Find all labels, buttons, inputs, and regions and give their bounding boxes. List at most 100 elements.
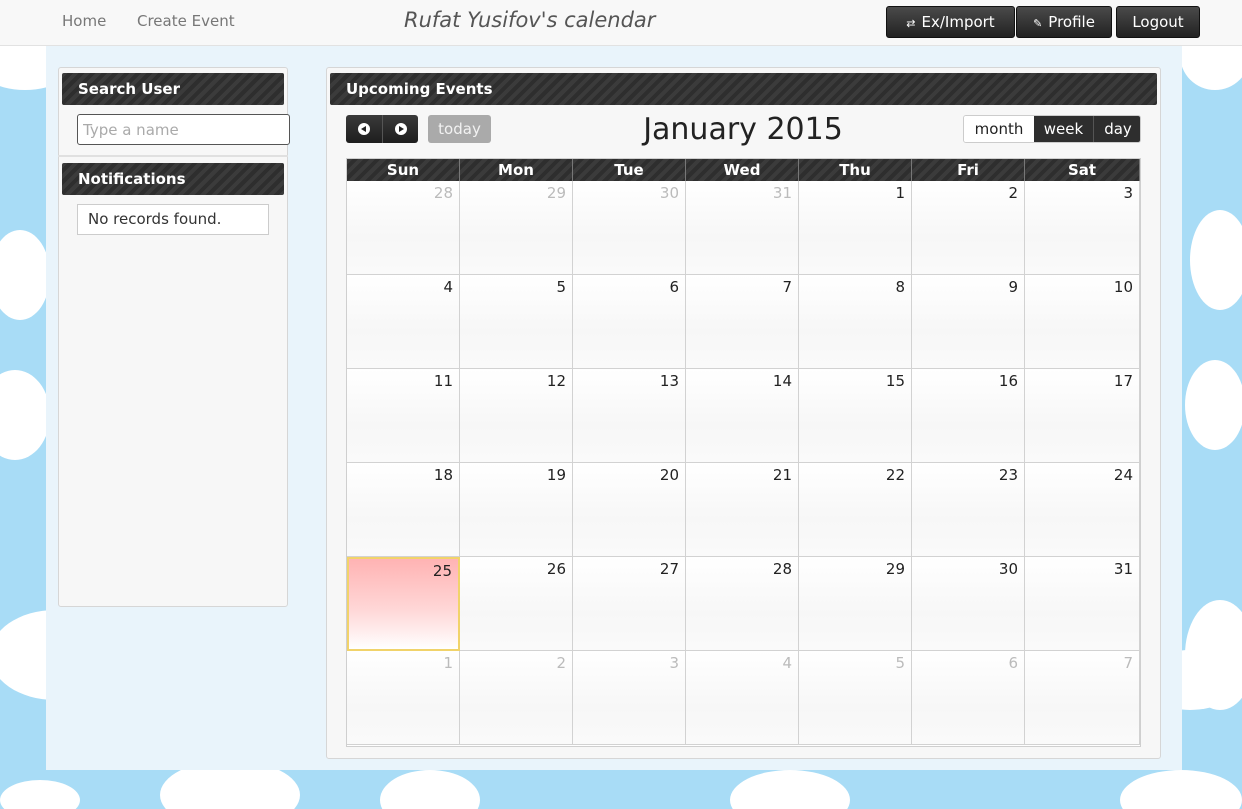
dow-header-thu: Thu	[799, 159, 912, 181]
day-cell[interactable]: 6	[573, 275, 686, 369]
day-cell[interactable]: 28	[686, 557, 799, 651]
day-cell[interactable]: 14	[686, 369, 799, 463]
day-cell[interactable]: 5	[460, 275, 573, 369]
prev-month-button[interactable]	[346, 115, 382, 143]
day-cell[interactable]: 8	[799, 275, 912, 369]
day-cell[interactable]: 3	[1025, 181, 1140, 275]
day-number: 16	[998, 372, 1018, 390]
day-number: 11	[433, 372, 453, 390]
day-cell[interactable]: 20	[573, 463, 686, 557]
day-cell[interactable]: 27	[573, 557, 686, 651]
day-number: 28	[772, 560, 792, 578]
search-user-input[interactable]	[77, 114, 290, 145]
day-cell[interactable]: 2	[460, 651, 573, 745]
today-button[interactable]: today	[428, 115, 491, 143]
day-number: 9	[1008, 278, 1018, 296]
day-cell[interactable]: 15	[799, 369, 912, 463]
view-week-button[interactable]: week	[1034, 116, 1093, 142]
day-number: 3	[669, 654, 679, 672]
swap-arrows-icon: ⇄	[906, 17, 916, 30]
day-cell[interactable]: 30	[573, 181, 686, 275]
day-number: 17	[1113, 372, 1133, 390]
day-number: 23	[998, 466, 1018, 484]
day-cell[interactable]: 2	[912, 181, 1025, 275]
day-number: 30	[998, 560, 1018, 578]
day-cell[interactable]: 7	[1025, 651, 1140, 745]
logout-button[interactable]: Logout	[1116, 6, 1200, 38]
day-cell[interactable]: 7	[686, 275, 799, 369]
day-number: 31	[1113, 560, 1133, 578]
notifications-header: Notifications	[62, 163, 284, 195]
day-cell[interactable]: 4	[686, 651, 799, 745]
day-cell[interactable]: 17	[1025, 369, 1140, 463]
day-number: 19	[546, 466, 566, 484]
day-number: 22	[885, 466, 905, 484]
day-cell[interactable]: 13	[573, 369, 686, 463]
day-number: 21	[772, 466, 792, 484]
next-month-button[interactable]	[383, 115, 419, 143]
day-cell[interactable]: 4	[347, 275, 460, 369]
day-cell[interactable]: 31	[1025, 557, 1140, 651]
day-number: 10	[1113, 278, 1133, 296]
day-number: 2	[1008, 184, 1018, 202]
eximport-button[interactable]: ⇄ Ex/Import	[886, 6, 1015, 38]
day-cell[interactable]: 10	[1025, 275, 1140, 369]
view-switcher: month week day	[963, 115, 1141, 143]
day-cell[interactable]: 19	[460, 463, 573, 557]
dow-header-wed: Wed	[686, 159, 799, 181]
day-number: 4	[443, 278, 453, 296]
day-cell[interactable]: 22	[799, 463, 912, 557]
day-cell[interactable]: 29	[799, 557, 912, 651]
day-cell[interactable]: 1	[347, 651, 460, 745]
day-number: 6	[669, 278, 679, 296]
day-number: 3	[1123, 184, 1133, 202]
calendar-nav-group	[346, 115, 418, 143]
dow-header-fri: Fri	[912, 159, 1025, 181]
chevron-right-icon	[399, 126, 404, 132]
calendar-month-title: January 2015	[643, 112, 843, 147]
day-cell[interactable]: 23	[912, 463, 1025, 557]
day-number: 4	[782, 654, 792, 672]
day-cell[interactable]: 11	[347, 369, 460, 463]
day-cell[interactable]: 9	[912, 275, 1025, 369]
day-cell[interactable]: 16	[912, 369, 1025, 463]
day-cell[interactable]: 5	[799, 651, 912, 745]
day-cell[interactable]: 21	[686, 463, 799, 557]
search-user-header: Search User	[62, 73, 284, 105]
day-cell[interactable]: 6	[912, 651, 1025, 745]
day-cell[interactable]: 18	[347, 463, 460, 557]
day-cell[interactable]: 31	[686, 181, 799, 275]
day-number: 24	[1113, 466, 1133, 484]
day-cell[interactable]: 28	[347, 181, 460, 275]
day-number: 26	[546, 560, 566, 578]
day-number: 2	[556, 654, 566, 672]
day-cell[interactable]: 30	[912, 557, 1025, 651]
day-number: 7	[782, 278, 792, 296]
dow-header-mon: Mon	[460, 159, 573, 181]
day-number: 29	[885, 560, 905, 578]
day-number: 25	[432, 562, 452, 580]
day-number: 18	[433, 466, 453, 484]
day-cell[interactable]: 12	[460, 369, 573, 463]
view-month-button[interactable]: month	[964, 116, 1034, 142]
day-number: 30	[659, 184, 679, 202]
day-cell[interactable]: 24	[1025, 463, 1140, 557]
sidebar-panel	[58, 67, 288, 607]
upcoming-events-header: Upcoming Events	[330, 73, 1157, 105]
day-cell[interactable]: 29	[460, 181, 573, 275]
profile-button[interactable]: ✎ Profile	[1016, 6, 1112, 38]
view-day-button[interactable]: day	[1093, 116, 1140, 142]
notifications-empty-message: No records found.	[77, 204, 269, 235]
sidebar-divider	[58, 155, 288, 157]
day-cell[interactable]: 1	[799, 181, 912, 275]
day-cell-today[interactable]: 25	[347, 557, 460, 651]
nav-create-event-link[interactable]: Create Event	[137, 12, 235, 30]
day-cell[interactable]: 3	[573, 651, 686, 745]
day-cell[interactable]: 26	[460, 557, 573, 651]
day-number: 20	[659, 466, 679, 484]
day-number: 31	[772, 184, 792, 202]
calendar-grid: Sun Mon Tue Wed Thu Fri Sat 28 29 30 31 1 2 3 4 5 6 7 8 9 10…	[346, 158, 1141, 747]
day-number: 28	[433, 184, 453, 202]
brand-title: Rufat Yusifov's calendar	[404, 8, 656, 32]
nav-home-link[interactable]: Home	[62, 12, 106, 30]
